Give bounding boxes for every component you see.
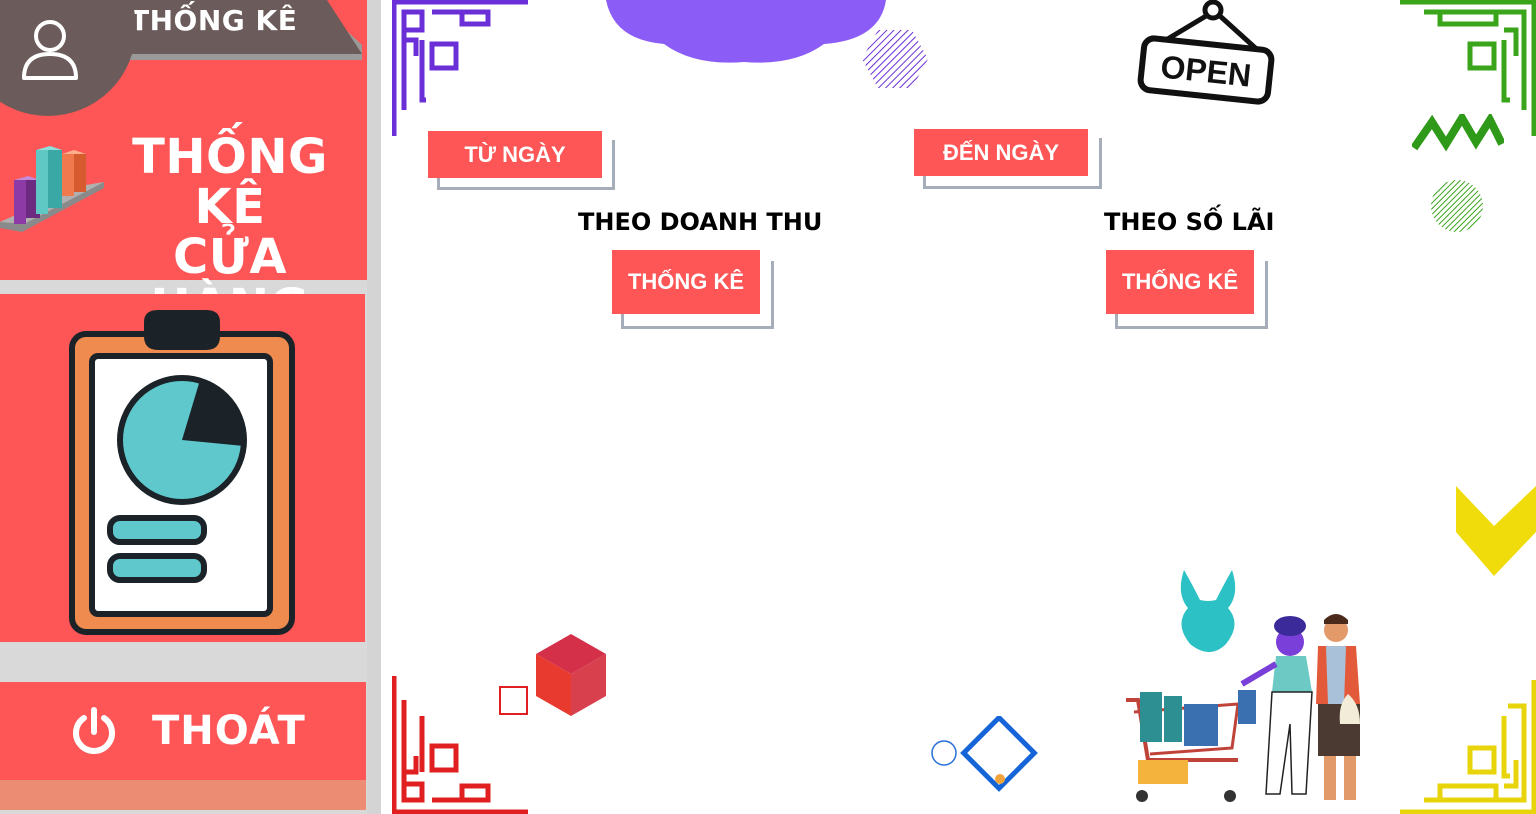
tab-statistics-label: THỐNG KÊ (130, 4, 298, 37)
hatched-hexagon-shape (862, 30, 928, 88)
sidebar-divider (367, 0, 381, 814)
open-sign-icon: OPEN (1137, 0, 1275, 105)
power-icon[interactable] (70, 706, 118, 756)
user-icon[interactable] (20, 16, 80, 82)
profit-stats-button[interactable]: THỐNG KÊ (1106, 250, 1254, 314)
sidebar-header-panel: THỐNG KÊ THỐNG KÊ CỬA HÀNG (0, 0, 367, 332)
revenue-section-title: THEO DOANH THU (578, 208, 823, 236)
bar-chart-icon (0, 146, 104, 232)
exit-label[interactable]: THOÁT (152, 708, 306, 754)
shopping-couple-illustration (1126, 570, 1360, 802)
corner-ornament-top-left (392, 0, 528, 136)
sidebar-bottom-strip (0, 780, 366, 810)
purple-cloud-shape (606, 0, 886, 63)
brand-title-line1: THỐNG KÊ (132, 129, 328, 235)
revenue-stats-button[interactable]: THỐNG KÊ (612, 250, 760, 314)
yellow-chevron-shape (1456, 486, 1536, 576)
to-date-button[interactable]: ĐẾN NGÀY (914, 129, 1088, 176)
square-outline-shape (499, 686, 528, 715)
corner-ornament-bottom-right (1400, 680, 1536, 814)
green-zigzag-shape (1412, 114, 1504, 152)
sidebar: THỐNG KÊ THỐNG KÊ CỬA HÀNG (0, 0, 381, 814)
hatched-circle-shape (1431, 180, 1483, 232)
from-date-button[interactable]: TỪ NGÀY (428, 131, 602, 178)
red-cube-shape (536, 634, 606, 716)
blue-diamond-shape (931, 716, 1038, 792)
clipboard-report-icon (69, 310, 295, 635)
profit-section-title: THEO SỐ LÃI (1104, 208, 1275, 236)
